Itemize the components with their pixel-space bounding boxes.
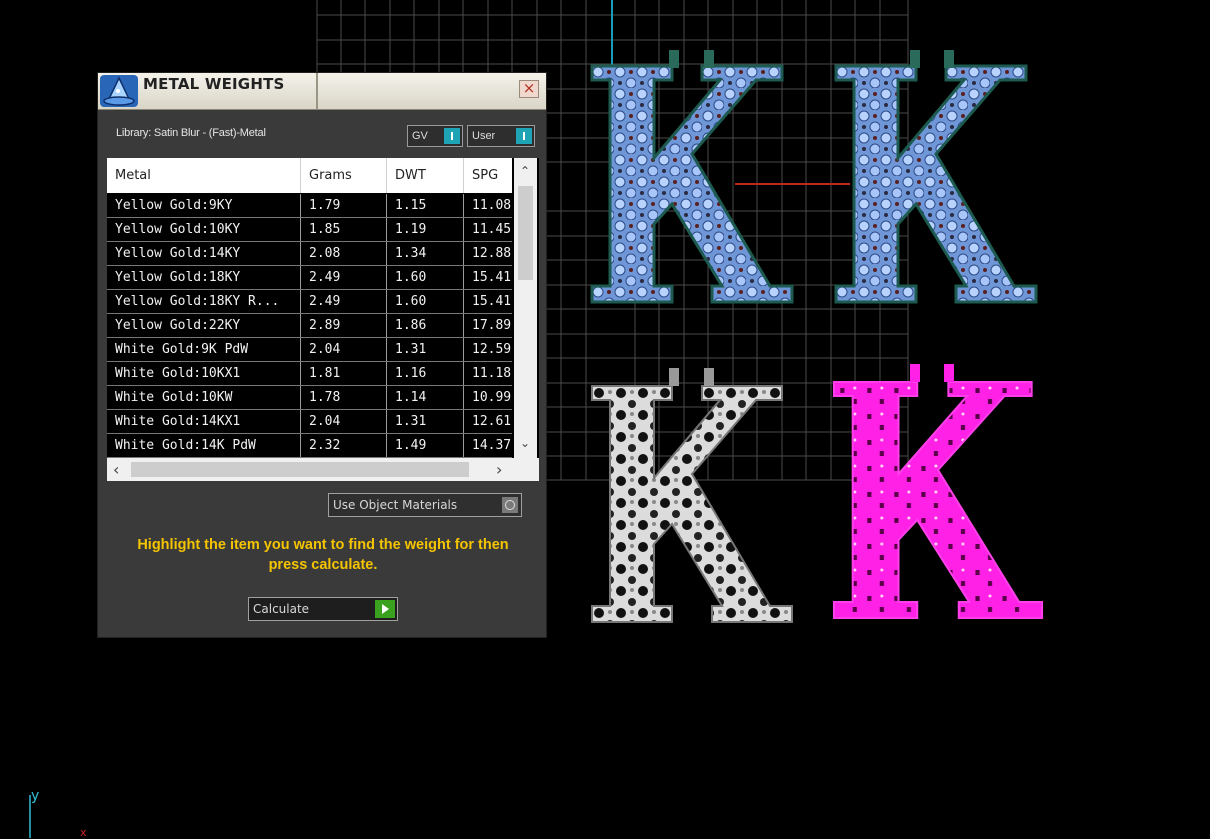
grams-cell: 1.79 [301,194,387,217]
metal-weights-dialog: METAL WEIGHTS × Library: Satin Blur - (F… [97,72,547,638]
toggle-switch-icon [444,128,460,144]
table-row[interactable]: White Gold:10KX1 1.81 1.16 11.18 [107,362,512,386]
calculate-button[interactable]: Calculate [248,597,398,621]
scroll-right-icon[interactable]: › [496,460,502,479]
dwt-cell: 1.14 [387,386,464,409]
dwt-cell: 1.16 [387,362,464,385]
column-header-metal[interactable]: Metal [107,158,301,193]
table-body: Yellow Gold:9KY 1.79 1.15 11.08 Yellow Gold:… [107,194,512,458]
grams-cell: 2.04 [301,338,387,361]
metal-cell: Yellow Gold:9KY [107,194,301,217]
dwt-cell: 1.19 [387,218,464,241]
grams-cell: 2.89 [301,314,387,337]
grams-cell: 1.78 [301,386,387,409]
dwt-cell: 1.31 [387,338,464,361]
grams-cell: 1.85 [301,218,387,241]
dwt-cell: 1.15 [387,194,464,217]
metal-cell: White Gold:9K PdW [107,338,301,361]
spg-cell: 11.45 [472,222,512,237]
spg-cell: 14.37 [472,438,512,453]
user-toggle[interactable]: User [467,125,535,147]
title-bar[interactable]: METAL WEIGHTS × [98,73,546,110]
radio-circle-icon [502,497,518,513]
letter-k-magenta[interactable] [832,380,1044,620]
spg-cell: 15.41 [472,294,512,309]
letter-k-silver[interactable] [591,385,793,623]
instruction-text: Highlight the item you want to find the … [137,537,509,573]
close-button[interactable]: × [519,80,539,98]
spg-cell: 12.61 [472,414,512,429]
metal-cell: White Gold:10KX1 [107,362,301,385]
grams-cell: 2.49 [301,290,387,313]
user-toggle-label: User [472,130,496,142]
metal-cell: White Gold:14K PdW [107,434,301,457]
use-object-materials-toggle[interactable]: Use Object Materials [328,493,522,517]
spg-cell: 17.89 [472,318,512,333]
table-row[interactable]: White Gold:9K PdW 2.04 1.31 12.59 [107,338,512,362]
gv-toggle-label: GV [412,130,428,142]
spg-cell: 11.08 [472,198,512,213]
axis-x-label: x [80,826,87,839]
table-row[interactable]: Yellow Gold:18KY R... 2.49 1.60 15.41 [107,290,512,314]
vertical-scrollbar[interactable]: ⌃ ⌄ [514,158,537,458]
toggle-switch-icon [516,128,532,144]
title-separator [316,73,318,109]
spg-cell: 12.88 [472,246,512,261]
spg-cell: 12.59 [472,342,512,357]
table-row[interactable]: White Gold:10KW 1.78 1.14 10.99 [107,386,512,410]
wizard-hat-icon [100,75,138,107]
spg-cell: 15.41 [472,270,512,285]
use-object-materials-label: Use Object Materials [333,498,458,512]
table-row[interactable]: White Gold:14K PdW 2.32 1.49 14.37 [107,434,512,458]
metal-cell: Yellow Gold:18KY R... [107,290,301,313]
scroll-down-icon[interactable]: ⌄ [520,436,530,450]
dwt-cell: 1.60 [387,266,464,289]
calculate-label: Calculate [253,602,310,616]
spg-cell: 10.99 [472,390,512,405]
metal-table[interactable]: Metal Grams DWT SPG Yellow Gold:9KY 1.79 1… [107,158,539,481]
dialog-title: METAL WEIGHTS [143,75,285,93]
metal-cell: White Gold:14KX1 [107,410,301,433]
scroll-left-icon[interactable]: ‹ [113,460,119,479]
grams-cell: 2.08 [301,242,387,265]
grams-cell: 1.81 [301,362,387,385]
table-row[interactable]: Yellow Gold:22KY 2.89 1.86 17.89 [107,314,512,338]
metal-cell: Yellow Gold:18KY [107,266,301,289]
library-label: Library: Satin Blur - (Fast)-Metal [116,127,266,139]
gv-toggle[interactable]: GV [407,125,463,147]
metal-cell: White Gold:10KW [107,386,301,409]
letter-k-blue-2[interactable] [834,64,1038,304]
dwt-cell: 1.60 [387,290,464,313]
metal-cell: Yellow Gold:14KY [107,242,301,265]
dwt-cell: 1.31 [387,410,464,433]
column-header-grams[interactable]: Grams [301,158,387,193]
metal-cell: Yellow Gold:22KY [107,314,301,337]
grams-cell: 2.32 [301,434,387,457]
dwt-cell: 1.86 [387,314,464,337]
axis-y-label: y [31,788,40,804]
grams-cell: 2.49 [301,266,387,289]
table-row[interactable]: White Gold:14KX1 2.04 1.31 12.61 [107,410,512,434]
play-arrow-icon [375,600,395,618]
table-row[interactable]: Yellow Gold:14KY 2.08 1.34 12.88 [107,242,512,266]
grams-cell: 2.04 [301,410,387,433]
scroll-up-icon[interactable]: ⌃ [520,164,530,178]
table-row[interactable]: Yellow Gold:18KY 2.49 1.60 15.41 [107,266,512,290]
horizontal-scroll-thumb[interactable] [131,462,469,477]
metal-cell: Yellow Gold:10KY [107,218,301,241]
table-header: Metal Grams DWT SPG [107,158,512,193]
table-row[interactable]: Yellow Gold:10KY 1.85 1.19 11.45 [107,218,512,242]
dwt-cell: 1.49 [387,434,464,457]
horizontal-scrollbar[interactable]: ‹ › [107,458,539,481]
column-header-dwt[interactable]: DWT [387,158,464,193]
vertical-scroll-thumb[interactable] [518,186,533,280]
dwt-cell: 1.34 [387,242,464,265]
table-row[interactable]: Yellow Gold:9KY 1.79 1.15 11.08 [107,194,512,218]
spg-cell: 11.18 [472,366,512,381]
